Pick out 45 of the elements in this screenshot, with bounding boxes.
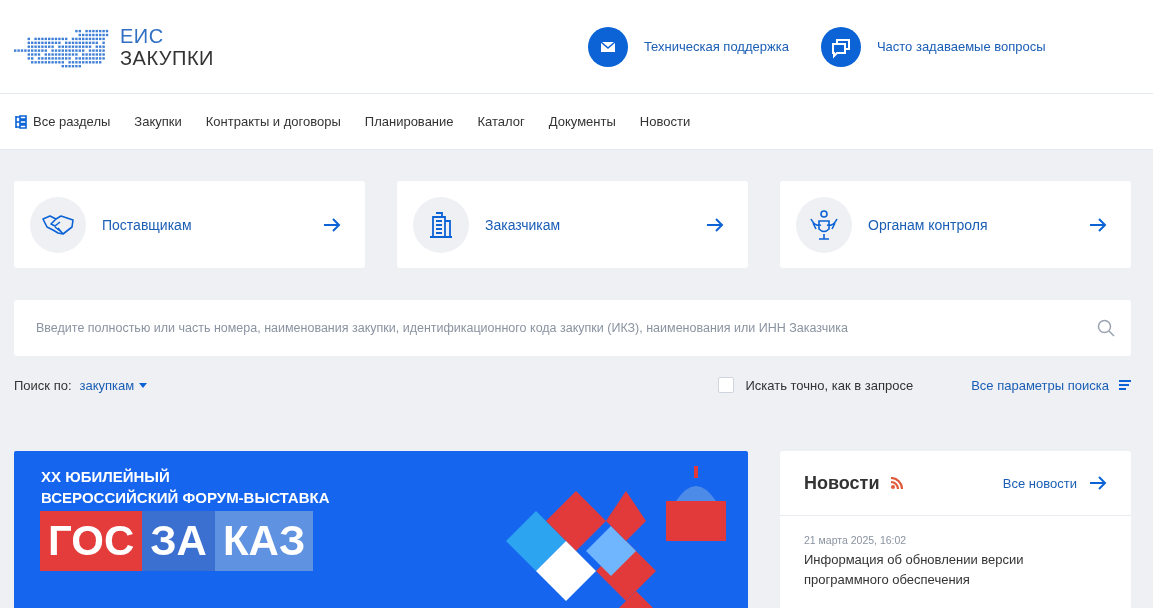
checkbox[interactable] [718,377,735,393]
news-title: Новости [804,472,880,494]
arrow-right-icon [706,217,724,232]
search-by-label: Поиск по: [14,377,72,393]
banner-logo-word: ГОС [40,511,143,571]
chat-icon[interactable] [820,26,861,67]
card-label: Поставщикам [102,216,193,233]
promo-banner[interactable]: XX ЮБИЛЕЙНЫЙ ВСЕРОССИЙСКИЙ ФОРУМ-ВЫСТАВКА ГОС ЗА КАЗ [14,451,748,608]
banner-heading: XX ЮБИЛЕЙНЫЙ ВСЕРОССИЙСКИЙ ФОРУМ-ВЫСТАВКА [41,467,330,508]
news-headline[interactable]: Информация об обновлении версии программного обеспечения [804,550,1054,590]
nav-link[interactable]: Новости [639,114,691,129]
logo-subtitle: ЗАКУПКИ [120,46,214,69]
mail-icon[interactable] [587,26,628,67]
nav-link[interactable]: Документы [548,114,616,129]
banner-logo-word: ЗА [142,511,215,571]
nav-link[interactable]: Каталог [477,114,525,129]
rss-icon[interactable] [891,477,904,489]
all-sections-menu[interactable]: Все разделы [15,114,111,129]
card-label: Органам контроля [868,216,989,233]
news-date: 21 марта 2025, 16:02 [804,534,908,546]
audience-card[interactable]: Органам контроля [780,181,1131,268]
search-by-dropdown[interactable]: закупкам [79,377,148,393]
all-news-link[interactable]: Все новости [1002,475,1077,491]
all-search-params-link[interactable]: Все параметры поиска [971,377,1109,393]
header-link[interactable]: Часто задаваемые вопросы [876,39,1046,54]
nav-link[interactable]: Контракты и договоры [205,114,341,129]
arrow-right-icon [323,217,341,232]
caret-icon [139,382,148,388]
card-label: Заказчикам [485,216,562,233]
banner-logo-word: КАЗ [214,511,314,571]
filter-lines-icon[interactable] [1119,379,1131,391]
handshake-icon [41,212,75,237]
arrow-right-icon [1089,217,1107,232]
checkbox-label: Искать точно, как в запросе [745,377,914,393]
nav-link[interactable]: Планирование [364,114,454,129]
header-link[interactable]: Техническая поддержка [643,39,789,54]
sections-icon [15,114,27,129]
audience-card[interactable]: Заказчикам [397,181,748,268]
audience-card[interactable]: Поставщикам [14,181,365,268]
arrow-right-icon[interactable] [1089,476,1107,490]
building-icon [429,211,453,238]
logo-title: ЕИС [120,24,165,47]
search-field[interactable]: Введите полностью или часть номера, наименования закупки, идентификационного кода закупки (ИКЗ), наименования или ИНН Заказчика [14,300,1131,356]
search-icon[interactable] [1097,319,1115,337]
nav-link[interactable]: Закупки [134,114,182,129]
